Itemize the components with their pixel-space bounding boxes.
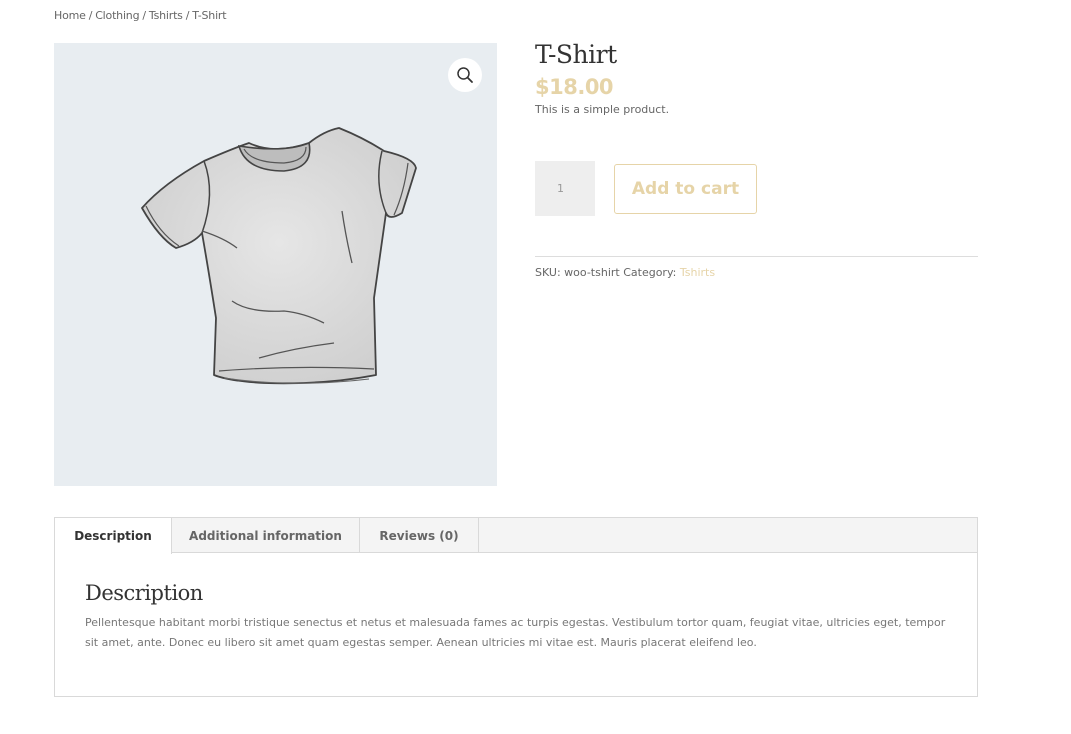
- panel-text: Pellentesque habitant morbi tristique se…: [85, 616, 946, 649]
- tab-list: Description Additional information Revie…: [55, 518, 977, 554]
- product-short-description: This is a simple product.: [535, 103, 670, 116]
- quantity-input[interactable]: [535, 161, 595, 216]
- magnifier-icon: [457, 67, 473, 83]
- tab-reviews[interactable]: Reviews (0): [360, 518, 479, 553]
- product-meta: SKU: woo-tshirt Category: Tshirts: [535, 266, 715, 279]
- tab-panel-description: Description Pellentesque habitant morbi …: [55, 553, 977, 653]
- product-summary: T-Shirt $18.00 This is a simple product.: [535, 40, 978, 116]
- tab-description[interactable]: Description: [55, 518, 172, 554]
- panel-heading: Description: [85, 581, 203, 605]
- product-title: T-Shirt: [535, 40, 617, 69]
- sku-label: SKU:: [535, 266, 561, 279]
- breadcrumb-tshirts[interactable]: Tshirts: [149, 9, 183, 22]
- add-to-cart-form: Add to cart: [535, 161, 757, 216]
- tshirt-image[interactable]: [124, 113, 444, 403]
- breadcrumb-clothing[interactable]: Clothing: [95, 9, 139, 22]
- tab-additional-information[interactable]: Additional information: [172, 518, 360, 553]
- sku-value: woo-tshirt: [564, 266, 620, 279]
- divider: [535, 256, 978, 257]
- breadcrumb-separator: /: [142, 9, 146, 22]
- breadcrumb-separator: /: [185, 9, 190, 22]
- breadcrumb-current: T-Shirt: [192, 9, 227, 22]
- breadcrumb-home[interactable]: Home: [54, 9, 86, 22]
- breadcrumb-separator: /: [88, 9, 93, 22]
- gallery-zoom-button[interactable]: [448, 58, 482, 92]
- category-label: Category:: [623, 266, 677, 279]
- product-gallery[interactable]: [54, 43, 497, 486]
- breadcrumb: Home / Clothing / Tshirts / T-Shirt: [54, 9, 227, 22]
- category-link[interactable]: Tshirts: [680, 266, 715, 279]
- product-price: $18.00: [535, 75, 614, 99]
- add-to-cart-button[interactable]: Add to cart: [614, 163, 757, 214]
- product-tabs: Description Additional information Revie…: [54, 517, 978, 697]
